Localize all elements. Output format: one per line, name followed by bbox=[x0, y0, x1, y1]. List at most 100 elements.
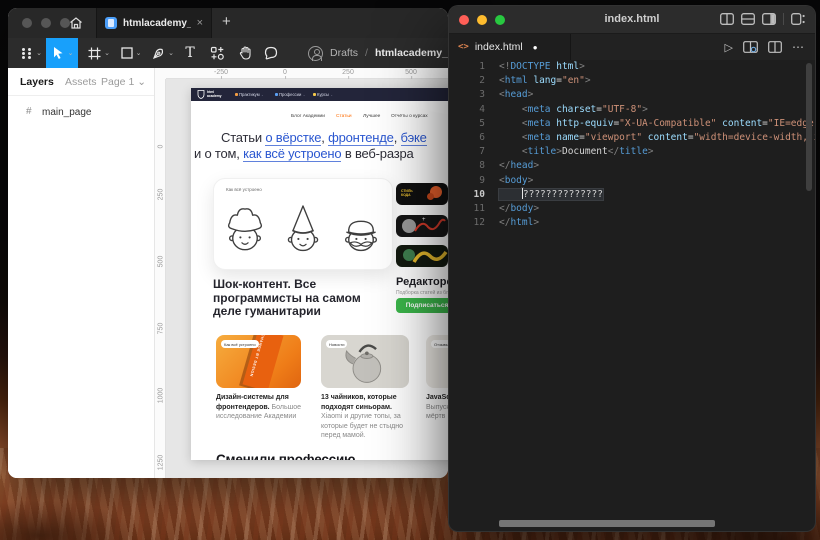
html-file-icon: <> bbox=[458, 42, 469, 52]
modified-dot-icon[interactable]: ● bbox=[533, 43, 538, 52]
pen-tool-icon bbox=[152, 47, 165, 60]
breadcrumb-separator: / bbox=[365, 47, 368, 59]
resources-tool-button[interactable] bbox=[204, 38, 230, 68]
frame-tool-button[interactable]: ⌄ bbox=[84, 38, 114, 68]
design-nav-item: Курсы⌄ bbox=[313, 92, 333, 97]
split-columns-icon[interactable] bbox=[720, 13, 734, 25]
faces-illustration bbox=[214, 197, 392, 261]
figma-window: htmlacademy_blog × + ⌄ ⌄ ⌄ ⌄ bbox=[8, 8, 448, 478]
design-heading-line1: Статьи о вёрстке, фронтенде, бэке bbox=[221, 130, 427, 146]
code-line: 5 <meta http-equiv="X-UA-Compatible" con… bbox=[449, 117, 815, 131]
code-line: 3<head> bbox=[449, 88, 815, 102]
figma-canvas[interactable]: -250 0 250 500 0 250 500 750 1000 1250 h… bbox=[155, 68, 448, 478]
subnav-item: Блог Академии bbox=[291, 114, 325, 119]
editorial-thumb-1: СТИЛЬ КОДА bbox=[396, 183, 448, 205]
code-line: 4 <meta charset="UTF-8"> bbox=[449, 103, 815, 117]
subnav-item: Отчёты о курсах bbox=[391, 114, 428, 119]
sidebar-right-icon[interactable] bbox=[762, 13, 776, 25]
ruler-label: -250 bbox=[214, 69, 228, 76]
figma-file-icon bbox=[105, 17, 117, 29]
breadcrumb-filename[interactable]: htmlacademy_blog bbox=[375, 47, 448, 59]
subnav-item: Лучшее bbox=[363, 114, 380, 119]
close-window-button[interactable] bbox=[22, 18, 32, 28]
fox-illustration bbox=[427, 193, 434, 200]
move-tool-button[interactable]: ⌄ bbox=[46, 38, 78, 68]
nav-item-icon bbox=[235, 93, 238, 96]
logo-text-bottom: academy bbox=[207, 94, 222, 98]
tab-assets[interactable]: Assets bbox=[65, 76, 97, 88]
chevron-down-icon: ⌄ bbox=[104, 49, 110, 57]
code-line: 2<html lang="en"> bbox=[449, 74, 815, 88]
breadcrumb: Drafts / htmlacademy_blog bbox=[308, 38, 448, 68]
design-frame-main-page[interactable]: htmlacademy Практикум⌄ Профессии⌄ Курсы⌄… bbox=[191, 88, 448, 460]
vertical-ruler: 0 250 500 750 1000 1250 bbox=[155, 68, 166, 478]
shape-tool-button[interactable]: ⌄ bbox=[116, 38, 146, 68]
ruler-label: 250 bbox=[158, 180, 165, 210]
ruler-label: 1000 bbox=[158, 381, 165, 411]
editor-titlebar: index.html bbox=[449, 6, 815, 34]
run-button[interactable]: ▷ bbox=[725, 41, 733, 54]
editorial-subtitle: Подборка статей из блога bbox=[396, 290, 448, 296]
design-link: фронтенде bbox=[328, 130, 394, 146]
minimize-window-button[interactable] bbox=[41, 18, 51, 28]
chevron-down-icon: ⌄ bbox=[36, 49, 42, 57]
layer-name: main_page bbox=[42, 107, 91, 118]
editor-tab-index-html[interactable]: <> index.html ● bbox=[449, 34, 571, 60]
comment-icon bbox=[264, 46, 278, 60]
featured-article-card: Как всё устроено bbox=[213, 178, 393, 270]
new-tab-button[interactable]: + bbox=[222, 13, 231, 30]
tab-close-icon[interactable]: × bbox=[197, 17, 203, 29]
hand-tool-button[interactable] bbox=[232, 38, 258, 68]
desktop: htmlacademy_blog × + ⌄ ⌄ ⌄ ⌄ bbox=[0, 0, 820, 540]
editor-actions: ▷ ⋯ bbox=[725, 34, 805, 60]
article-image-javascript: Отзывы bbox=[426, 335, 448, 388]
layout-controls bbox=[720, 13, 805, 25]
shield-logo-icon bbox=[197, 90, 205, 99]
design-link: бэке bbox=[401, 130, 427, 146]
code-line: 7 <title>Document</title> bbox=[449, 145, 815, 159]
article-badge: Отзывы bbox=[431, 340, 448, 348]
split-editor-icon[interactable] bbox=[768, 41, 782, 53]
nav-item-icon bbox=[313, 93, 316, 96]
ruler-label: 250 bbox=[342, 69, 354, 76]
editor-tabbar: <> index.html ● ▷ ⋯ bbox=[449, 34, 815, 60]
more-actions-icon[interactable]: ⋯ bbox=[792, 40, 805, 54]
figma-menu-button[interactable]: ⌄ bbox=[16, 38, 46, 68]
ruler-label: 750 bbox=[158, 314, 165, 344]
horizontal-scrollbar[interactable] bbox=[499, 520, 715, 527]
tab-layers[interactable]: Layers bbox=[20, 76, 54, 88]
open-preview-icon[interactable] bbox=[743, 41, 758, 53]
red-scribble bbox=[414, 217, 446, 235]
design-nav-item: Практикум⌄ bbox=[235, 92, 264, 97]
design-heading-line2: и о том, как всё устроено в веб-разра bbox=[194, 146, 414, 162]
page-selector[interactable]: Page 1 ⌄ bbox=[101, 76, 146, 88]
figma-file-tab[interactable]: htmlacademy_blog × bbox=[96, 8, 212, 38]
breadcrumb-location[interactable]: Drafts bbox=[330, 47, 358, 59]
design-link: как всё устроено bbox=[243, 146, 341, 162]
cowboy-face-illustration bbox=[222, 201, 268, 257]
pen-tool-button[interactable]: ⌄ bbox=[148, 38, 178, 68]
design-nav-item: Профессии⌄ bbox=[275, 92, 305, 97]
nav-item-icon bbox=[275, 93, 278, 96]
figma-toolbar: ⌄ ⌄ ⌄ ⌄ ⌄ T bbox=[8, 38, 448, 68]
article-badge: Новости bbox=[326, 340, 347, 348]
home-icon[interactable] bbox=[68, 15, 84, 31]
comment-tool-button[interactable] bbox=[258, 38, 284, 68]
thumb-caption: СТИЛЬ КОДА bbox=[401, 189, 421, 197]
article-text: JavaSc Выпуск мёртв bbox=[426, 393, 448, 422]
avatar-icon[interactable] bbox=[308, 46, 323, 61]
design-logo: htmlacademy bbox=[197, 90, 222, 99]
split-rows-icon[interactable] bbox=[741, 13, 755, 25]
vertical-scrollbar[interactable] bbox=[806, 63, 812, 191]
text-tool-button[interactable]: T bbox=[178, 38, 202, 68]
code-area[interactable]: 1<!DOCTYPE html> 2<html lang="en"> 3<hea… bbox=[449, 60, 815, 531]
layer-row-main-page[interactable]: # main_page bbox=[8, 104, 154, 122]
plus-doodle: + bbox=[422, 217, 426, 223]
separator bbox=[783, 13, 784, 25]
figma-traffic-lights bbox=[22, 18, 70, 28]
customize-layout-icon[interactable] bbox=[791, 13, 805, 25]
chevron-down-icon: ⌄ bbox=[136, 49, 142, 57]
code-line: 9<body> bbox=[449, 174, 815, 188]
layers-panel: Layers Assets Page 1 ⌄ # main_page bbox=[8, 68, 155, 478]
article-badge: Как всё устроено bbox=[221, 340, 259, 348]
